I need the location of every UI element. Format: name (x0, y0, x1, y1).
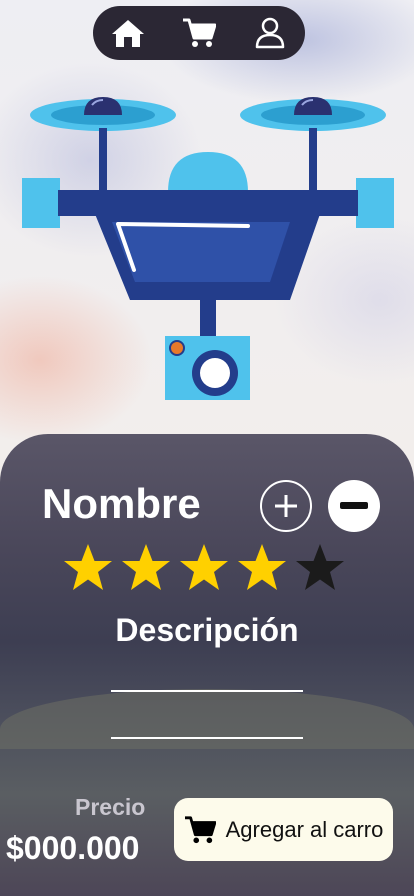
rating-stars (62, 542, 346, 594)
add-to-cart-button[interactable]: Agregar al carro (174, 798, 393, 861)
background-hills (0, 689, 414, 749)
price-value: $000.000 (6, 830, 140, 866)
star-filled-icon (238, 544, 286, 590)
decrease-quantity-button[interactable] (328, 480, 380, 532)
plus-icon (275, 495, 297, 517)
home-icon (112, 20, 145, 47)
top-nav-bar (93, 6, 305, 60)
star-empty-icon (296, 544, 344, 590)
cart-icon (182, 18, 216, 47)
nav-cart-button[interactable] (179, 13, 219, 53)
product-detail-card: Nombre Descripción Precio $000.000 Agreg… (0, 434, 414, 896)
add-to-cart-label: Agregar al carro (225, 816, 384, 842)
product-description-label: Descripción (115, 612, 299, 648)
star-filled-icon (64, 544, 112, 590)
minus-icon (340, 502, 368, 509)
price-label: Precio (75, 794, 146, 820)
star-filled-icon (180, 544, 228, 590)
description-line-1 (111, 690, 303, 692)
nav-profile-button[interactable] (250, 13, 290, 53)
star-filled-icon (122, 544, 170, 590)
product-name: Nombre (42, 480, 201, 527)
user-icon (255, 17, 284, 49)
increase-quantity-button[interactable] (260, 480, 312, 532)
nav-home-button[interactable] (108, 13, 148, 53)
cart-icon (184, 815, 216, 843)
drone-illustration (22, 97, 394, 400)
description-line-2 (111, 737, 303, 739)
